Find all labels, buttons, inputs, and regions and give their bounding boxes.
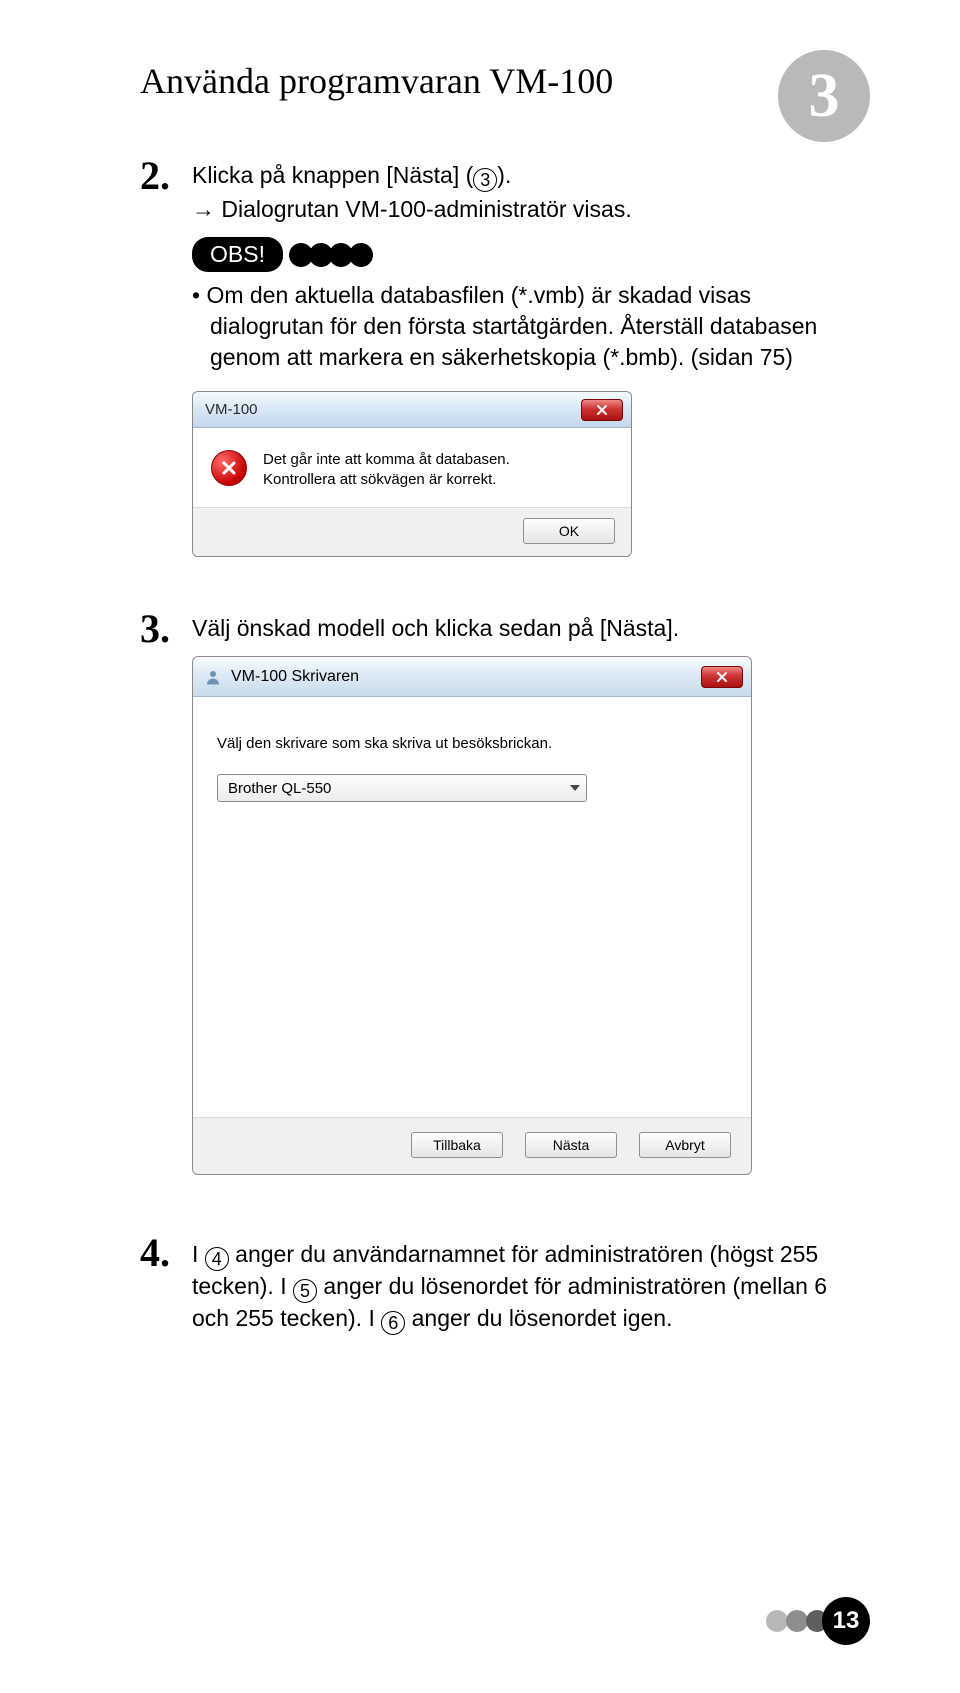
text: anger du lösenordet igen. [405, 1305, 672, 1331]
page-header: Använda programvaran VM-100 3 [140, 60, 850, 102]
text: Dialogrutan VM-100-administratör visas. [221, 196, 631, 222]
cancel-button[interactable]: Avbryt [639, 1132, 731, 1158]
user-icon [203, 667, 223, 687]
back-button[interactable]: Tillbaka [411, 1132, 503, 1158]
error-dialog: VM-100 Det går inte att komma åt databas… [192, 391, 632, 557]
note-bullet: Om den aktuella databasfilen (*.vmb) är … [192, 280, 850, 373]
next-button[interactable]: Nästa [525, 1132, 617, 1158]
title-wrap: VM-100 Skrivaren [203, 667, 359, 687]
dialog-instruction: Välj den skrivare som ska skriva ut besö… [217, 735, 727, 752]
step-body: Klicka på knappen [Nästa] (3). → Dialogr… [192, 152, 850, 557]
circled-ref: 5 [293, 1279, 317, 1303]
step-instruction: I 4 anger du användarnamnet för administ… [192, 1239, 850, 1335]
step-number: 2. [140, 152, 192, 557]
dialog-footer: OK [193, 507, 631, 556]
text: I [192, 1241, 205, 1267]
dot-icon [766, 1610, 788, 1632]
step-body: I 4 anger du användarnamnet för administ… [192, 1229, 850, 1335]
step-instruction: Klicka på knappen [Nästa] (3). [192, 162, 850, 192]
page-footer: 13 [766, 1597, 870, 1645]
dot-icon [349, 243, 373, 267]
text: Klicka på knappen [Nästa] ( [192, 162, 473, 188]
note-row: OBS! [192, 237, 850, 272]
close-button[interactable] [581, 399, 623, 421]
dialog-titlebar: VM-100 Skrivaren [193, 657, 751, 697]
page-title: Använda programvaran VM-100 [140, 60, 850, 102]
chapter-badge: 3 [778, 50, 870, 142]
error-message: Det går inte att komma åt databasen. Kon… [263, 450, 510, 489]
chevron-down-icon [570, 785, 580, 791]
decorative-dots [289, 243, 373, 267]
dialog-body: Det går inte att komma åt databasen. Kon… [193, 428, 631, 507]
dot-icon [786, 1610, 808, 1632]
dialog-footer: Tillbaka Nästa Avbryt [193, 1117, 751, 1174]
text: Det går inte att komma åt databasen. [263, 450, 510, 470]
step-3: 3. Välj önskad modell och klicka sedan p… [140, 605, 850, 1175]
dialog-title: VM-100 [205, 401, 258, 418]
text: ). [497, 162, 511, 188]
arrow-icon: → [192, 196, 221, 222]
error-icon [211, 450, 247, 486]
circled-ref: 6 [381, 1311, 405, 1335]
select-value: Brother QL-550 [228, 780, 331, 797]
page-number: 13 [822, 1597, 870, 1645]
text: Kontrollera att sökvägen är korrekt. [263, 470, 510, 490]
printer-select[interactable]: Brother QL-550 [217, 774, 587, 802]
circled-ref: 4 [205, 1247, 229, 1271]
dialog-body: Välj den skrivare som ska skriva ut besö… [193, 697, 751, 1117]
close-button[interactable] [701, 666, 743, 688]
step-number: 4. [140, 1229, 192, 1335]
circled-ref: 3 [473, 168, 497, 192]
result-line: → Dialogrutan VM-100-administratör visas… [192, 196, 850, 223]
close-icon [596, 404, 608, 416]
dialog-title: VM-100 Skrivaren [231, 668, 359, 686]
ok-button[interactable]: OK [523, 518, 615, 544]
step-2: 2. Klicka på knappen [Nästa] (3). → Dial… [140, 152, 850, 557]
step-number: 3. [140, 605, 192, 1175]
step-4: 4. I 4 anger du användarnamnet för admin… [140, 1229, 850, 1335]
dialog-titlebar: VM-100 [193, 392, 631, 428]
printer-dialog: VM-100 Skrivaren Välj den skrivare som s… [192, 656, 752, 1175]
step-instruction: Välj önskad modell och klicka sedan på [… [192, 615, 850, 642]
close-icon [716, 671, 728, 683]
note-badge: OBS! [192, 237, 283, 272]
step-body: Välj önskad modell och klicka sedan på [… [192, 605, 850, 1175]
